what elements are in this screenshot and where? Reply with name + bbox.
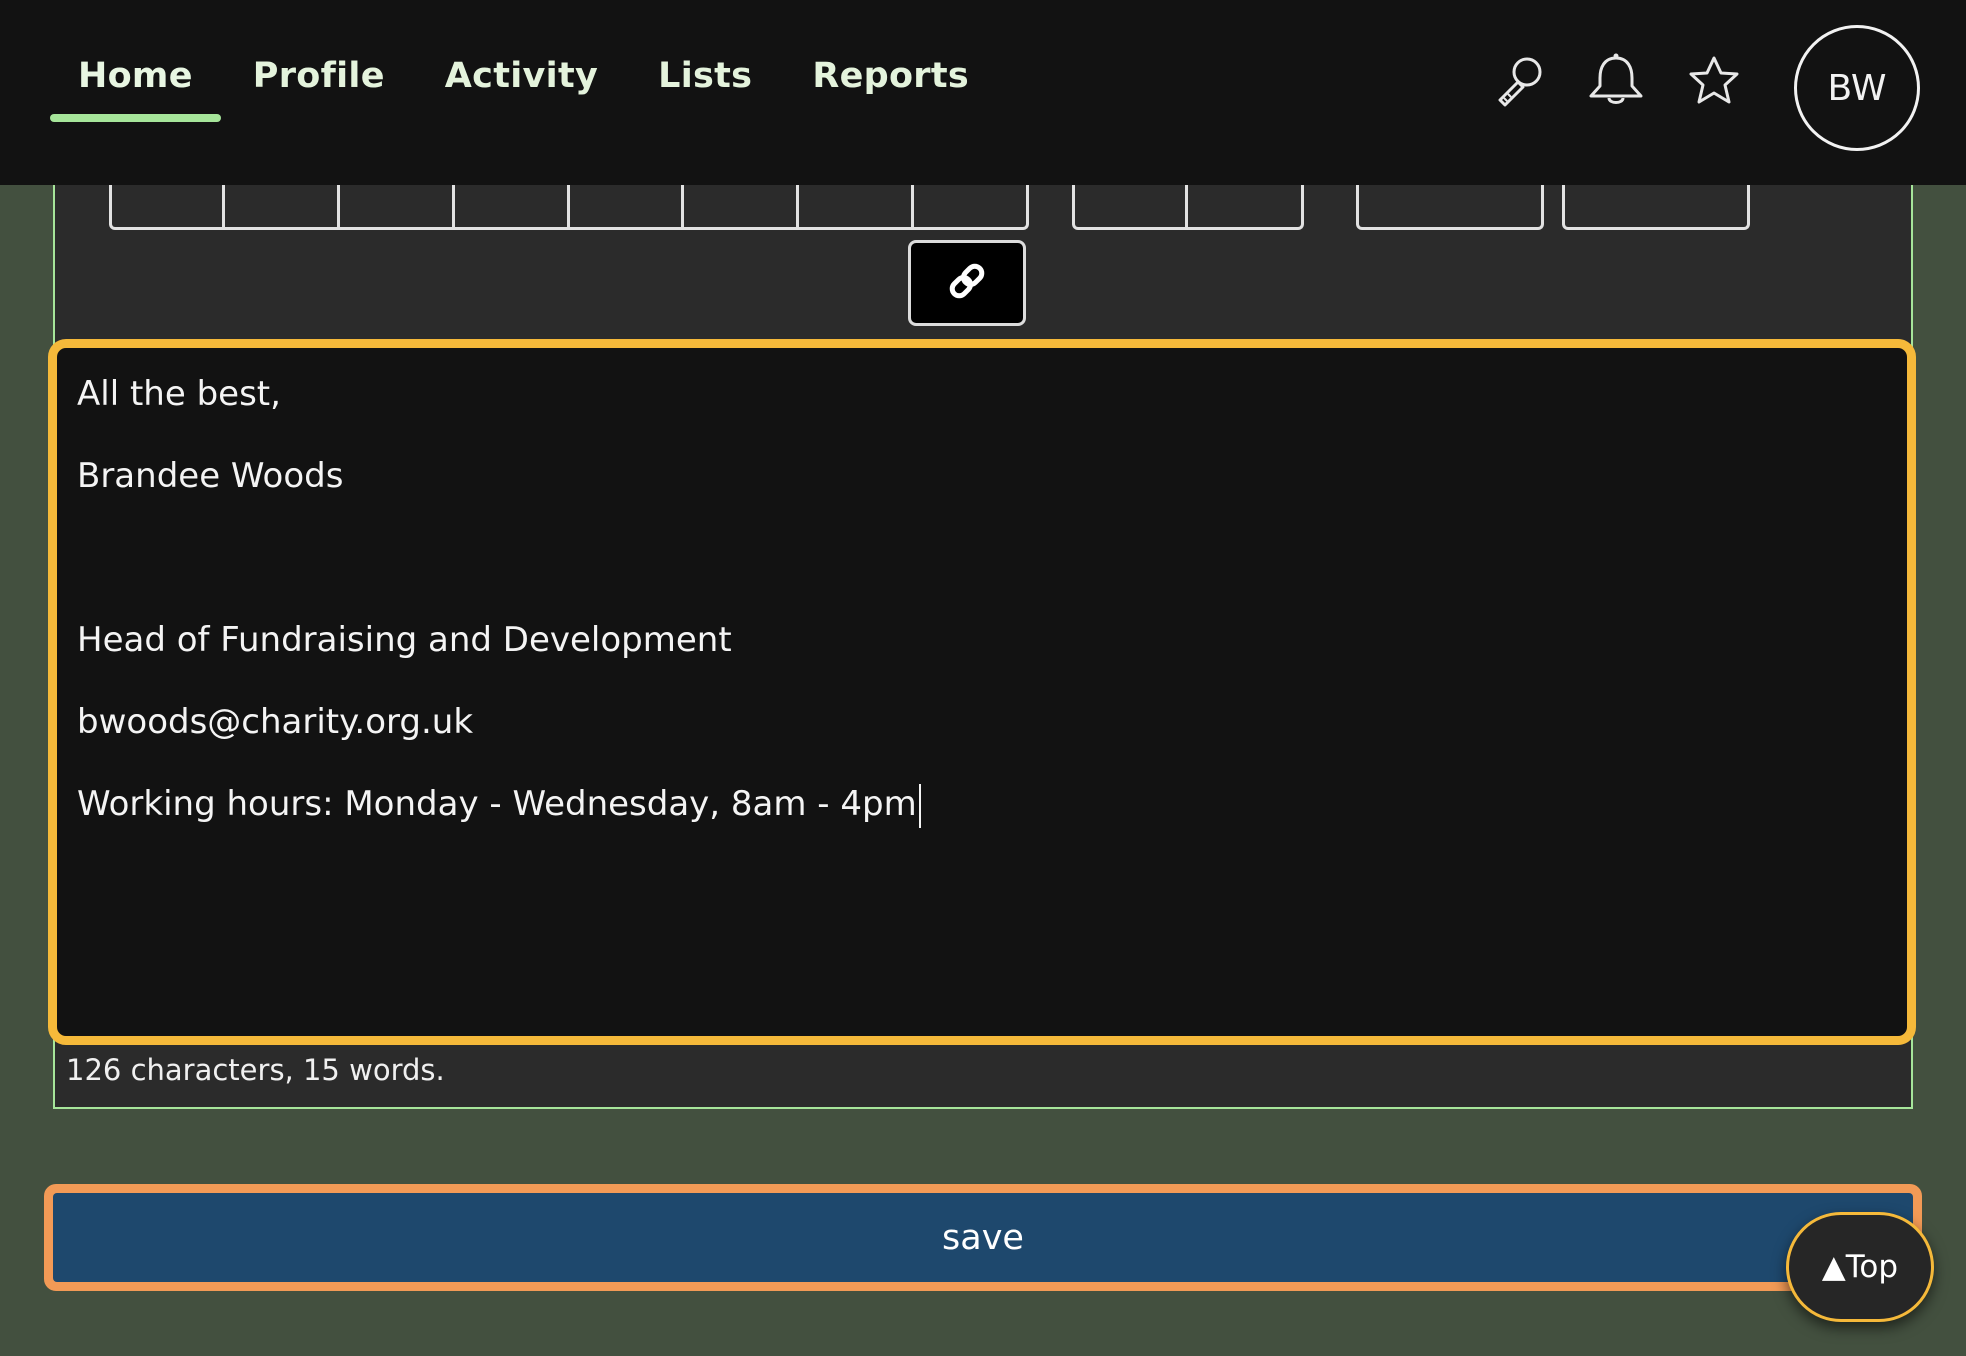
search-icon[interactable] xyxy=(1492,52,1548,108)
character-counter: 126 characters, 15 words. xyxy=(66,1053,445,1087)
toolbar-group-formatting xyxy=(109,185,1029,230)
toolbar-button[interactable] xyxy=(1356,185,1544,230)
toolbar-button[interactable] xyxy=(1072,185,1188,230)
toolbar-button[interactable] xyxy=(799,185,914,230)
toolbar-group-misc-2 xyxy=(1562,185,1750,230)
toolbar-button[interactable] xyxy=(914,185,1029,230)
insert-link-button[interactable] xyxy=(908,240,1026,326)
toolbar-button[interactable] xyxy=(1562,185,1750,230)
signature-line: All the best, xyxy=(77,374,281,414)
signature-textarea[interactable]: All the best, Brandee Woods Head of Fund… xyxy=(48,339,1916,1045)
toolbar-button[interactable] xyxy=(225,185,340,230)
nav-activity[interactable]: Activity xyxy=(415,48,628,122)
toolbar-group-lists xyxy=(1072,185,1304,230)
bell-icon[interactable] xyxy=(1585,52,1647,110)
main-nav: Home Profile Activity Lists Reports xyxy=(48,48,999,122)
signature-line: Brandee Woods xyxy=(77,456,344,496)
signature-line-empty xyxy=(77,534,1887,616)
nav-home[interactable]: Home xyxy=(48,48,223,122)
signature-line-text: Working hours: Monday - Wednesday, 8am -… xyxy=(77,784,917,824)
nav-reports[interactable]: Reports xyxy=(782,48,999,122)
signature-line-last: Working hours: Monday - Wednesday, 8am -… xyxy=(77,780,1887,862)
top-nav-bar: Home Profile Activity Lists Reports BW xyxy=(0,0,1966,185)
back-to-top-button[interactable]: ▲Top xyxy=(1786,1212,1934,1322)
signature-line: Head of Fundraising and Development xyxy=(77,620,732,660)
toolbar-button[interactable] xyxy=(1188,185,1304,230)
link-icon xyxy=(945,259,989,307)
toolbar-button[interactable] xyxy=(684,185,799,230)
save-button[interactable]: save xyxy=(53,1193,1913,1282)
save-button-focus-ring: save xyxy=(44,1184,1922,1291)
nav-lists[interactable]: Lists xyxy=(628,48,782,122)
toolbar-group-misc xyxy=(1356,185,1544,230)
toolbar-button[interactable] xyxy=(109,185,225,230)
star-icon[interactable] xyxy=(1686,54,1742,108)
avatar[interactable]: BW xyxy=(1794,25,1920,151)
toolbar-button[interactable] xyxy=(570,185,684,230)
toolbar-button[interactable] xyxy=(340,185,455,230)
signature-line: bwoods@charity.org.uk xyxy=(77,702,474,742)
text-caret xyxy=(918,783,921,828)
nav-profile[interactable]: Profile xyxy=(223,48,415,122)
toolbar-button[interactable] xyxy=(455,185,570,230)
